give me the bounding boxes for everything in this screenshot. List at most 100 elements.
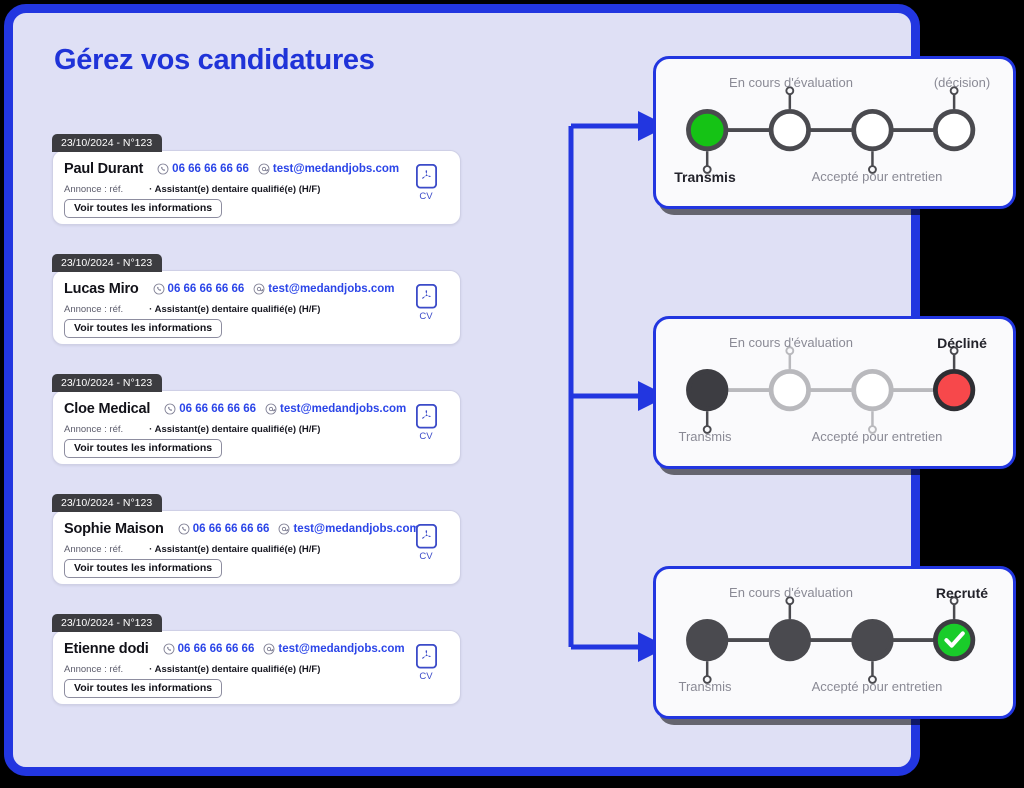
step-label: Décliné [937,335,987,351]
phone-icon [178,523,190,535]
cv-label: CV [419,311,433,322]
candidate-date-tag: 23/10/2024 - N°123 [52,614,163,632]
candidate-date-tag: 23/10/2024 - N°123 [52,134,163,152]
candidate-primary-row: Sophie Maison 06 66 66 66 66 test@medandjo… [64,521,420,537]
candidate-phone-value: 06 66 66 66 66 [167,283,245,295]
cv-label: CV [419,191,433,202]
at-sign-icon [258,163,270,175]
candidate-email[interactable]: test@medandjobs.com [258,163,399,175]
candidate-phone[interactable]: 06 66 66 66 66 [157,163,249,175]
candidate-phone-value: 06 66 66 66 66 [177,643,255,655]
annonce-reference: · Assistant(e) dentaire qualifié(e) (H/F… [149,304,321,315]
page-title: Gérez vos candidatures [54,44,375,76]
candidate-name: Lucas Miro [64,281,139,297]
candidate-phone-value: 06 66 66 66 66 [192,523,270,535]
pdf-file-icon [415,163,437,189]
phone-icon [163,643,175,655]
candidate-primary-row: Etienne dodi 06 66 66 66 66 test@medandjob… [64,641,405,657]
candidate-email[interactable]: test@medandjobs.com [278,523,420,535]
status-panel-decline: Transmis En cours d'évaluation Accepté pou… [653,316,1016,469]
candidate-card: 23/10/2024 - N°123 Lucas Miro 06 66 66 66 … [52,254,464,345]
at-sign-icon [253,283,265,295]
candidate-email-value: test@medandjobs.com [293,523,420,535]
annonce-label: Annonce : réf. [64,304,124,315]
candidate-primary-row: Cloe Medical 06 66 66 66 66 test@medandjob… [64,401,406,417]
step-label: Transmis [674,169,736,185]
candidate-card-body: Etienne dodi 06 66 66 66 66 test@medandjob… [52,630,461,705]
see-all-info-button[interactable]: Voir toutes les informations [64,199,223,218]
candidate-name: Paul Durant [64,161,144,177]
candidate-email-value: test@medandjobs.com [280,403,407,415]
candidate-phone-value: 06 66 66 66 66 [179,403,256,415]
candidate-annonce-row: Annonce : réf. · Assistant(e) dentaire qu… [64,184,320,195]
pdf-file-icon [415,643,437,669]
candidate-annonce-row: Annonce : réf. · Assistant(e) dentaire qu… [64,304,320,315]
cv-attachment[interactable]: CV [406,283,446,322]
candidate-card-body: Lucas Miro 06 66 66 66 66 test@medandjobs.… [52,270,461,345]
pdf-file-icon [415,283,437,309]
candidate-name: Sophie Maison [64,521,164,537]
annonce-reference: · Assistant(e) dentaire qualifié(e) (H/F… [149,184,321,195]
screenshot-root: Gérez vos candidatures 23/10/2024 - N°12… [0,0,1024,788]
annonce-label: Annonce : réf. [64,544,124,555]
candidate-email[interactable]: test@medandjobs.com [265,403,406,415]
cv-attachment[interactable]: CV [406,163,446,202]
see-all-info-button[interactable]: Voir toutes les informations [64,319,223,338]
candidate-phone-value: 06 66 66 66 66 [172,163,249,175]
phone-icon [164,403,176,415]
candidate-card: 23/10/2024 - N°123 Sophie Maison 06 66 66 … [52,494,464,585]
step-label: En cours d'évaluation [729,585,853,600]
candidate-phone[interactable]: 06 66 66 66 66 [153,283,245,295]
pdf-file-icon [415,523,437,549]
step-label: Accepté pour entretien [811,679,943,694]
step-label: Accepté pour entretien [811,429,943,444]
at-sign-icon [263,643,275,655]
step-label: En cours d'évaluation [729,335,853,350]
candidate-email-value: test@medandjobs.com [272,163,400,175]
candidate-card-body: Sophie Maison 06 66 66 66 66 test@medandjo… [52,510,461,585]
candidate-name: Cloe Medical [64,401,151,417]
pdf-file-icon [415,403,437,429]
cv-attachment[interactable]: CV [406,643,446,682]
candidate-date-tag: 23/10/2024 - N°123 [52,374,163,392]
candidate-annonce-row: Annonce : réf. · Assistant(e) dentaire qu… [64,544,320,555]
candidate-email-value: test@medandjobs.com [268,283,395,295]
candidate-phone[interactable]: 06 66 66 66 66 [178,523,270,535]
step-label: (décision) [933,75,991,90]
see-all-info-button[interactable]: Voir toutes les informations [64,679,223,698]
cv-label: CV [419,671,433,682]
candidate-list: 23/10/2024 - N°123 Paul Durant 06 66 66 66… [52,134,464,734]
cv-attachment[interactable]: CV [406,523,446,562]
cv-attachment[interactable]: CV [406,403,446,442]
candidate-email[interactable]: test@medandjobs.com [253,283,395,295]
step-label: Transmis [678,429,732,444]
step-label: Recruté [935,585,989,601]
annonce-reference: · Assistant(e) dentaire qualifié(e) (H/F… [149,544,321,555]
candidate-primary-row: Paul Durant 06 66 66 66 66 test@medandjobs… [64,161,399,177]
candidate-phone[interactable]: 06 66 66 66 66 [163,643,255,655]
cv-label: CV [419,431,433,442]
candidate-card: 23/10/2024 - N°123 Cloe Medical 06 66 66 6… [52,374,464,465]
annonce-reference: · Assistant(e) dentaire qualifié(e) (H/F… [149,424,321,435]
candidate-date-tag: 23/10/2024 - N°123 [52,254,163,272]
candidate-annonce-row: Annonce : réf. · Assistant(e) dentaire qu… [64,664,320,675]
candidate-card: 23/10/2024 - N°123 Etienne dodi 06 66 66 6… [52,614,464,705]
see-all-info-button[interactable]: Voir toutes les informations [64,439,223,458]
candidate-primary-row: Lucas Miro 06 66 66 66 66 test@medandjobs.… [64,281,395,297]
step-label: En cours d'évaluation [729,75,853,90]
phone-icon [153,283,165,295]
candidate-phone[interactable]: 06 66 66 66 66 [164,403,256,415]
status-panel-recrute: Transmis En cours d'évaluation Accepté pou… [653,566,1016,719]
phone-icon [157,163,169,175]
candidate-card: 23/10/2024 - N°123 Paul Durant 06 66 66 66… [52,134,464,225]
annonce-reference: · Assistant(e) dentaire qualifié(e) (H/F… [149,664,321,675]
candidate-email-value: test@medandjobs.com [278,643,405,655]
step-label: Transmis [678,679,732,694]
at-sign-icon [278,523,290,535]
annonce-label: Annonce : réf. [64,184,124,195]
candidate-annonce-row: Annonce : réf. · Assistant(e) dentaire qu… [64,424,320,435]
step-label: Accepté pour entretien [811,169,943,184]
at-sign-icon [265,403,277,415]
candidate-email[interactable]: test@medandjobs.com [263,643,405,655]
see-all-info-button[interactable]: Voir toutes les informations [64,559,223,578]
